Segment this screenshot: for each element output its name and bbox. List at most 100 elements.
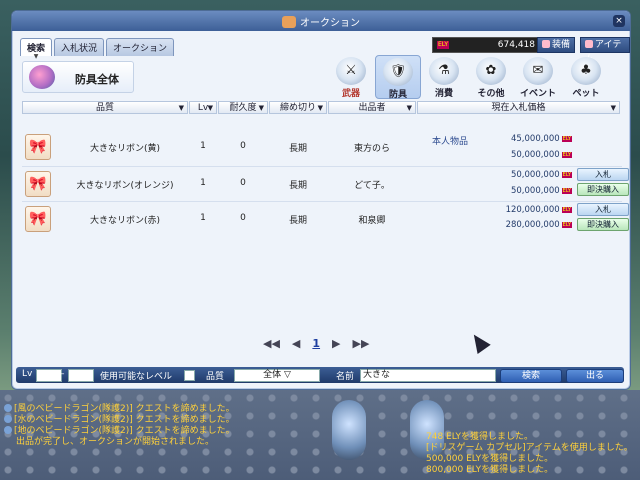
range-dash: – — [60, 369, 65, 379]
lv-label: Lv — [22, 369, 33, 379]
chevron-down-icon: ▼ — [406, 104, 412, 112]
item-seller: 和泉卿 — [358, 216, 386, 226]
chat-line: [ドリスゲーム カプセル]アイテムを使用しました。 — [426, 443, 633, 453]
ely-icon: ELY — [561, 222, 572, 228]
item-deadline: 長期 — [288, 216, 307, 226]
header-seller[interactable]: 出品者 ▼ — [328, 101, 416, 114]
buyout-button[interactable]: 即決購入 — [577, 218, 629, 231]
header-lv[interactable]: Lv ▼ — [189, 101, 217, 114]
bid-button[interactable]: 入札 — [577, 168, 629, 181]
chat-arrow-icon — [4, 404, 12, 412]
money-amount: 674,418 — [497, 40, 535, 50]
ribbon-icon: 🎀 — [25, 134, 51, 160]
chat-line: [水のベビードラゴン(隊護2)] クエストを諦めました。 — [4, 415, 235, 426]
item-durability: 0 — [240, 178, 246, 188]
tab-bid-status[interactable]: 入札状況 — [54, 38, 105, 56]
chevron-down-icon: ▼ — [178, 104, 184, 112]
ely-icon: ELY — [561, 136, 572, 142]
item-name: 大きなリボン(オレンジ) — [76, 181, 174, 191]
chevron-down-icon: ▼ — [610, 104, 616, 112]
category-event-button[interactable]: ✉ イベント — [516, 55, 560, 99]
search-button[interactable]: 検索 — [500, 369, 562, 383]
category-misc-button[interactable]: ✿ その他 — [469, 55, 513, 99]
event-icon: ✉ — [523, 57, 553, 85]
category-label: 防具全体 — [75, 73, 119, 86]
tab-search[interactable]: 検索 ▼ — [20, 38, 53, 60]
item-seller: どて子。 — [354, 181, 390, 191]
quality-select[interactable]: 全体 ▽ — [234, 369, 320, 382]
ely-icon: ELY — [437, 41, 450, 49]
item-deadline: 長期 — [288, 144, 307, 154]
auction-window: オークション × 検索 ▼ 入札状況 オークション ELY 674,418 装備 … — [11, 10, 631, 390]
item-icon — [585, 40, 593, 48]
auction-icon — [282, 16, 296, 28]
tab-equipment[interactable]: 装備 — [537, 37, 576, 53]
pet-icon: ♣ — [571, 57, 601, 85]
current-price: 45,000,000 ELY — [510, 134, 572, 144]
lv-min-input[interactable] — [36, 369, 62, 382]
exit-button[interactable]: 出る — [566, 369, 624, 383]
chevron-down-icon: ▽ — [283, 370, 291, 380]
window-title: オークション — [300, 18, 360, 29]
table-row[interactable]: 🎀 大きなリボン(赤) 1 0 長期 和泉卿 120,000,000 ELY 28… — [22, 201, 629, 237]
header-durability[interactable]: 耐久度 ▼ — [218, 101, 268, 114]
chat-line: 748 ELYを獲得しました。 — [426, 432, 534, 442]
chat-log-left: [風のベビードラゴン(隊護2)] クエストを諦めました。 [水のベビードラゴン(… — [4, 404, 235, 448]
ely-icon: ELY — [561, 152, 572, 158]
header-deadline[interactable]: 締め切り ▼ — [269, 101, 327, 114]
tab-bar: 検索 ▼ 入札状況 オークション — [20, 38, 175, 60]
category-weapon-button[interactable]: ⚔ 武器 — [329, 55, 373, 99]
chat-line: 出品が完了し、オークションが開始されました。 — [16, 437, 215, 447]
armor-icon: 🛡 — [383, 58, 413, 86]
next-page-icon[interactable]: ▶ — [332, 337, 340, 350]
name-label: 名前 — [336, 372, 355, 382]
chat-line: 500,000 ELYを獲得しました。 — [426, 454, 554, 464]
prev-page-icon[interactable]: ◀ — [292, 337, 300, 350]
lv-max-input[interactable] — [68, 369, 94, 382]
last-page-icon[interactable]: ▶▶ — [353, 337, 370, 350]
potion-icon: ⚗ — [429, 57, 459, 85]
ribbon-icon: 🎀 — [25, 171, 51, 197]
name-input[interactable]: 大きな — [360, 369, 496, 382]
chevron-down-icon: ▼ — [317, 104, 323, 112]
misc-icon: ✿ — [476, 57, 506, 85]
title-bar[interactable]: オークション × — [12, 11, 630, 31]
chevron-down-icon: ▼ — [33, 53, 39, 60]
table-row[interactable]: 🎀 大きなリボン(オレンジ) 1 0 長期 どて子。 50,000,000 ELY… — [22, 166, 629, 202]
first-page-icon[interactable]: ◀◀ — [263, 337, 280, 350]
table-row[interactable]: 🎀 大きなリボン(黄) 1 0 長期 東方のら 本人物品 45,000,000 E… — [22, 130, 622, 165]
quality-label: 品質 — [206, 372, 225, 382]
mouse-cursor — [467, 330, 491, 354]
chat-line: [風のベビードラゴン(隊護2)] クエストを諦めました。 — [4, 404, 235, 415]
chat-arrow-icon — [4, 426, 12, 434]
page-number[interactable]: 1 — [312, 337, 320, 350]
header-quality[interactable]: 品質 ▼ — [22, 101, 188, 114]
buyout-price: 50,000,000 ELY — [510, 186, 572, 196]
chat-log-right: 748 ELYを獲得しました。 [ドリスゲーム カプセル]アイテムを使用しました… — [426, 432, 633, 476]
ely-icon: ELY — [561, 188, 572, 194]
item-lv: 1 — [200, 141, 206, 151]
tab-items[interactable]: アイテム — [580, 37, 630, 64]
current-price: 50,000,000 ELY — [510, 170, 572, 180]
close-button[interactable]: × — [613, 15, 625, 27]
chat-line: 800,000 ELYを獲得しました。 — [426, 465, 554, 475]
chat-line: [地のベビードラゴン(隊護2)] クエストを諦めました。 — [4, 426, 235, 437]
usable-level-checkbox[interactable] — [184, 370, 195, 381]
category-consumable-button[interactable]: ⚗ 消費 — [422, 55, 466, 99]
category-icon — [29, 65, 55, 89]
item-lv: 1 — [200, 178, 206, 188]
bid-button[interactable]: 入札 — [577, 203, 629, 216]
category-pet-button[interactable]: ♣ ペット — [564, 55, 608, 99]
item-lv: 1 — [200, 213, 206, 223]
header-price[interactable]: 現在入札価格 ▼ — [417, 101, 620, 114]
item-name: 大きなリボン(黄) — [89, 144, 161, 154]
equipment-icon — [542, 40, 550, 48]
ribbon-icon: 🎀 — [25, 206, 51, 232]
item-durability: 0 — [240, 213, 246, 223]
sword-icon: ⚔ — [336, 57, 366, 85]
chat-arrow-icon — [4, 415, 12, 423]
buyout-button[interactable]: 即決購入 — [577, 183, 629, 196]
buyout-price: 50,000,000 ELY — [510, 150, 572, 160]
category-armor-button[interactable]: 🛡 防具 — [375, 55, 421, 100]
tab-auction[interactable]: オークション — [106, 38, 175, 56]
